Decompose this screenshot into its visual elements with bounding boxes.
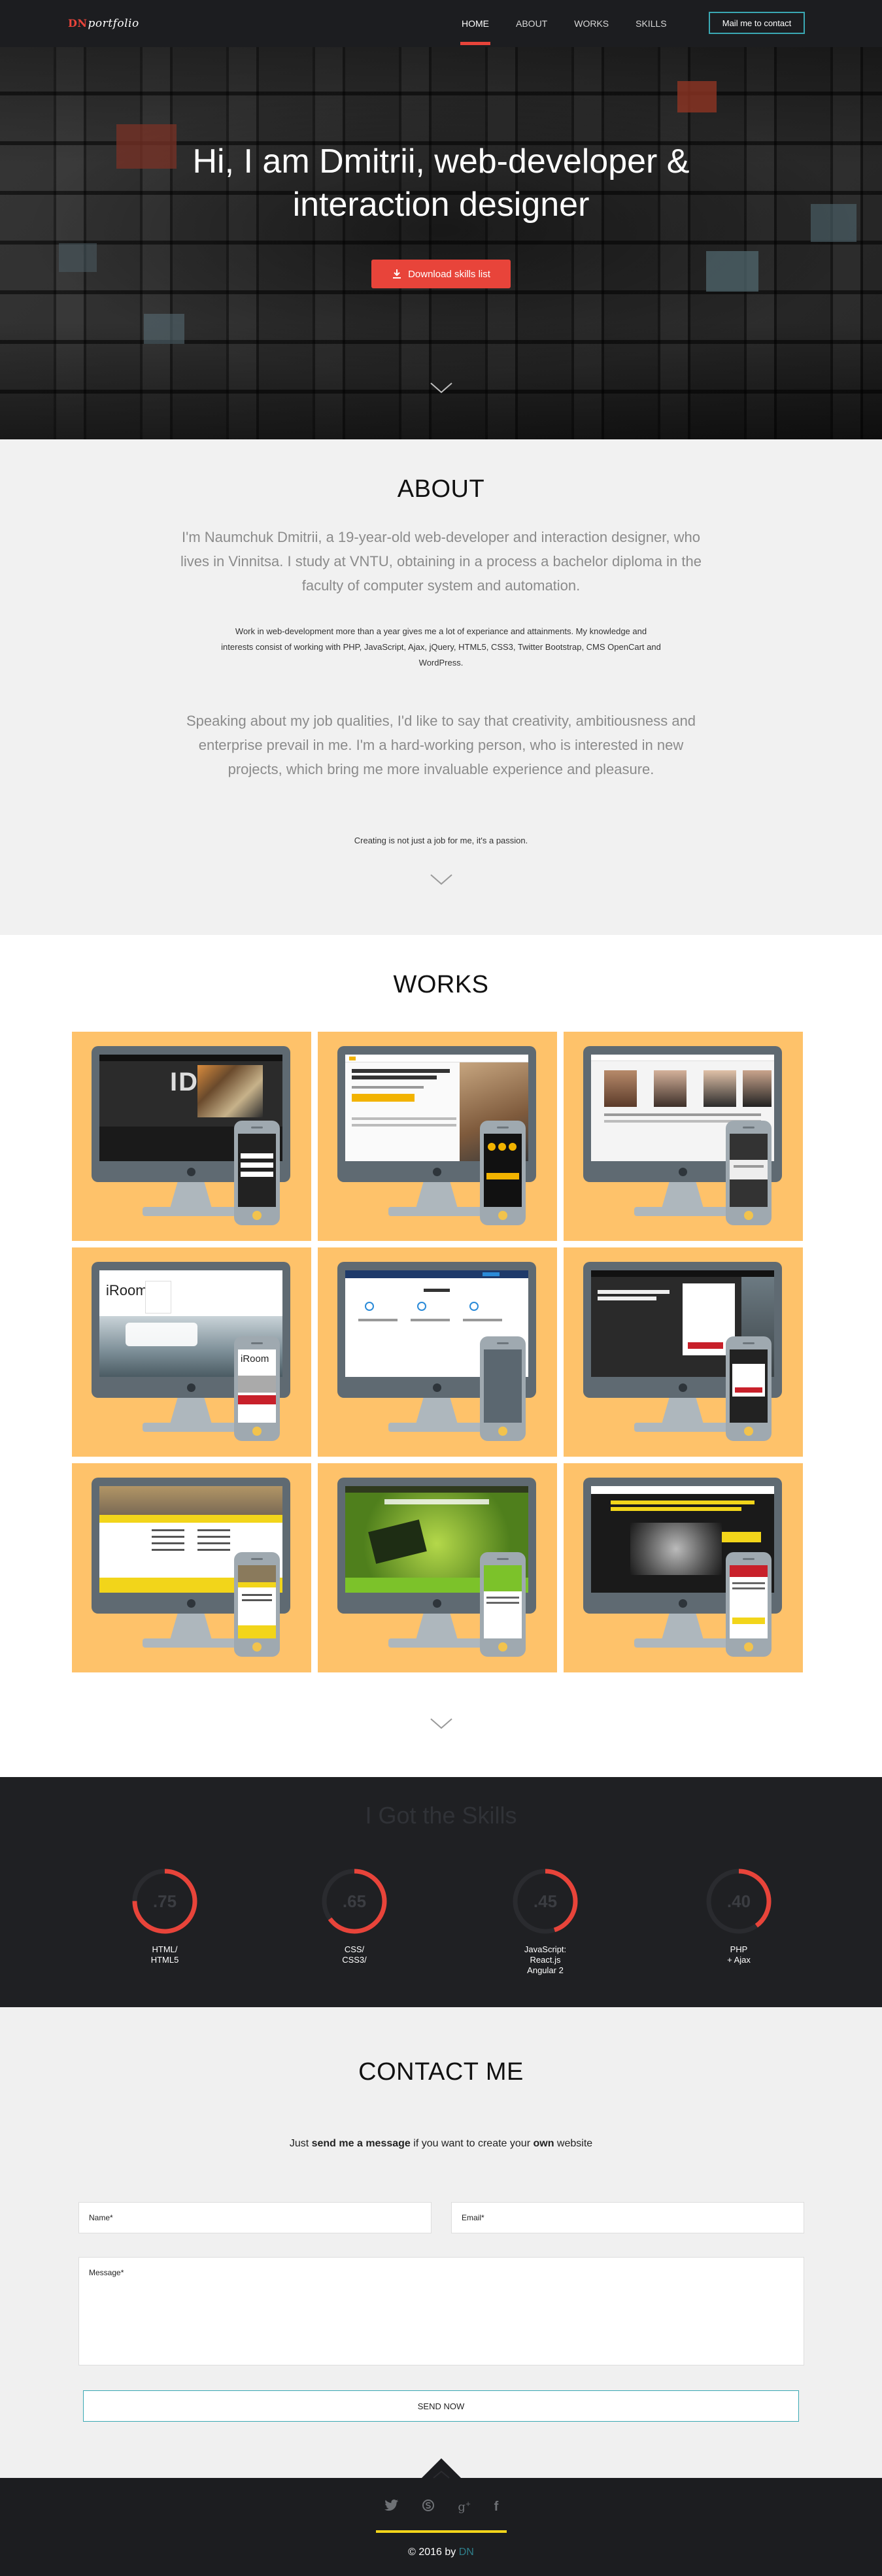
nav-about[interactable]: ABOUT (516, 18, 547, 47)
phone-mockup (480, 1121, 526, 1225)
chevron-up-icon[interactable] (426, 2461, 457, 2492)
about-title: ABOUT (397, 475, 485, 503)
work-card-rent[interactable] (564, 1247, 803, 1457)
work-card-green[interactable] (318, 1463, 557, 1672)
skill-label: HTML/HTML5 (150, 1944, 179, 1965)
logo-text: portfolio (88, 17, 139, 30)
twitter-icon[interactable] (384, 2500, 399, 2515)
email-field[interactable]: Email* (451, 2202, 804, 2233)
about-section: ABOUT I'm Naumchuk Dmitrii, a 19-year-ol… (0, 439, 882, 935)
works-section: WORKS IDEA (0, 935, 882, 1777)
copyright: © 2016 by DN (408, 2547, 474, 2558)
hero-blue-cube (59, 243, 97, 272)
hero-background (0, 47, 882, 439)
logo[interactable]: DNportfolio (68, 17, 139, 30)
chevron-down-icon[interactable] (430, 382, 453, 394)
hero-blue-cube (706, 251, 758, 292)
mail-me-button[interactable]: Mail me to contact (709, 12, 805, 34)
skill-value: .65 (342, 1891, 367, 1911)
logo-mark: DN (68, 17, 88, 29)
name-field[interactable]: Name* (78, 2202, 432, 2233)
top-navbar: DNportfolio HOME ABOUT WORKS SKILLS Mail… (0, 0, 882, 47)
skill-label: JavaScript: React.js Angular 2 (524, 1944, 567, 1975)
work-card-idea[interactable]: IDEA (72, 1032, 311, 1241)
chevron-down-icon[interactable] (430, 1718, 453, 1729)
work-card-services[interactable] (318, 1247, 557, 1457)
nav-works[interactable]: WORKS (574, 18, 609, 47)
contact-lead: Just send me a message if you want to cr… (289, 2138, 593, 2149)
about-qualities: Speaking about my job qualities, I'd lik… (186, 713, 696, 777)
work-card-schedule[interactable] (72, 1463, 311, 1672)
skills-section: I Got the Skills .75 HTML/HTML5 .65 CSS/… (0, 1777, 882, 2007)
skill-label: PHP + Ajax (727, 1944, 751, 1965)
google-plus-icon[interactable]: g+ (458, 2500, 471, 2514)
hero-section: Hi, I am Dmitrii, web-developer & interac… (0, 47, 882, 439)
chevron-down-icon[interactable] (430, 873, 453, 885)
skill-javascript: .45 JavaScript: React.js Angular 2 (506, 1869, 585, 1976)
phone-iroom-logo: iRoom (241, 1353, 269, 1364)
download-skills-label: Download skills list (408, 268, 490, 280)
work-card-fuel[interactable] (318, 1032, 557, 1241)
download-skills-button[interactable]: Download skills list (371, 260, 511, 288)
hero-title: Hi, I am Dmitrii, web-developer & interac… (192, 143, 690, 224)
hero-red-cube (677, 81, 717, 112)
skill-label: CSS/CSS3/ (342, 1944, 367, 1965)
phone-mockup (234, 1121, 280, 1225)
about-experience: Work in web-development more than a year… (221, 626, 661, 668)
phone-mockup (726, 1336, 772, 1441)
footer: g+ f © 2016 by DN (0, 2458, 882, 2576)
work-card-people[interactable] (564, 1032, 803, 1241)
phone-mockup (234, 1552, 280, 1657)
contact-section: CONTACT ME Just send me a message if you… (0, 2007, 882, 2478)
skype-icon[interactable] (422, 2499, 435, 2515)
download-icon (393, 269, 401, 279)
works-title: WORKS (393, 971, 489, 998)
phone-mockup (480, 1336, 526, 1441)
message-field[interactable]: Message* (78, 2257, 804, 2365)
skill-html: .75 HTML/HTML5 (126, 1869, 204, 1965)
send-now-button[interactable]: SEND NOW (83, 2390, 799, 2422)
about-intro: I'm Naumchuk Dmitrii, a 19-year-old web-… (180, 529, 702, 594)
about-tagline: Creating is not just a job for me, it's … (354, 836, 528, 845)
phone-mockup (726, 1552, 772, 1657)
skill-value: .45 (533, 1891, 558, 1911)
facebook-icon[interactable]: f (494, 2500, 499, 2515)
footer-accent-line (376, 2530, 507, 2533)
skill-value: .40 (726, 1891, 751, 1911)
skill-css: .65 CSS/CSS3/ (315, 1869, 394, 1965)
phone-mockup (480, 1552, 526, 1657)
contact-title: CONTACT ME (358, 2058, 524, 2086)
skill-php: .40 PHP + Ajax (700, 1869, 778, 1965)
work-card-iroom[interactable]: iRoom iRoom (72, 1247, 311, 1457)
page: DNportfolio HOME ABOUT WORKS SKILLS Mail… (0, 0, 882, 2576)
work-card-engines[interactable] (564, 1463, 803, 1672)
work-iroom-headline: iRoom (106, 1282, 148, 1298)
nav-skills[interactable]: SKILLS (636, 18, 666, 47)
author-link[interactable]: DN (459, 2547, 474, 2558)
nav-home[interactable]: HOME (460, 18, 490, 47)
skill-value: .75 (152, 1891, 177, 1911)
works-grid: IDEA (72, 1032, 803, 1672)
skills-title: I Got the Skills (365, 1802, 517, 1829)
phone-mockup: iRoom (234, 1336, 280, 1441)
social-links: g+ f (373, 2499, 510, 2515)
hero-blue-cube (144, 314, 184, 344)
phone-mockup (726, 1121, 772, 1225)
main-menu: HOME ABOUT WORKS SKILLS (460, 18, 694, 47)
